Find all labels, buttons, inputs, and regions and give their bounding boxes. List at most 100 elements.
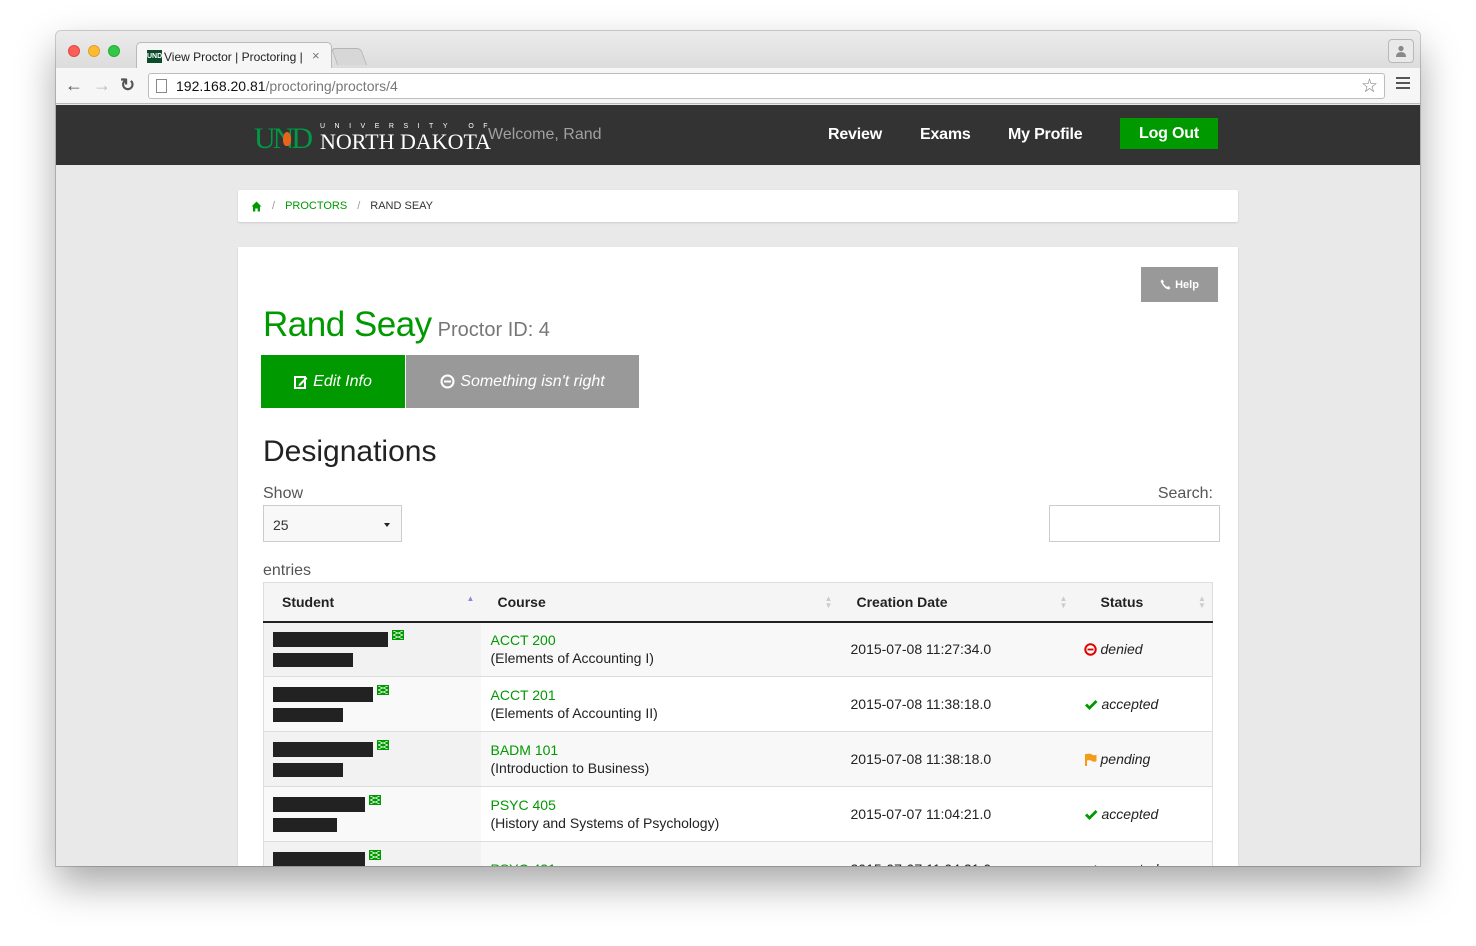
breadcrumb-separator: / [357,200,361,212]
table-row: ACCT 201 (Elements of Accounting II) 201… [263,676,1213,732]
minus-circle-icon [1083,643,1097,656]
edit-icon [294,375,308,389]
table-body: ACCT 200 (Elements of Accounting I) 2015… [263,621,1213,866]
browser-toolbar: ← → ↻ 192.168.20.81/proctoring/proctors/… [56,68,1420,104]
sort-both-icon: ▲ ▼ [1059,594,1068,610]
logo-mark: UND [254,122,313,155]
help-label: Help [1175,278,1199,291]
status-cell: accepted [1073,676,1213,732]
address-bar[interactable]: 192.168.20.81/proctoring/proctors/4 ☆ [148,73,1385,99]
email-icon[interactable] [377,739,389,750]
status-label: pending [1100,751,1151,767]
breadcrumb: / PROCTORS / RAND SEAY [238,190,1238,222]
student-cell [263,786,481,842]
new-tab-button[interactable] [330,48,368,65]
minimize-window-button[interactable] [88,45,100,57]
phone-icon [1160,279,1171,290]
designations-heading: Designations [263,435,437,468]
tab-title: View Proctor | Proctoring | UND [164,50,304,64]
proctor-card: Help Rand Seay Proctor ID: 4 Edit Info So… [238,247,1238,866]
favicon-icon: UND [147,50,162,63]
course-link[interactable]: PSYC 421 [491,861,556,866]
creation-date-cell: 2015-07-08 11:27:34.0 [838,621,1074,677]
nav-exams-link[interactable]: Exams [920,126,971,144]
redacted-student-name [273,631,388,647]
browser-window: UND View Proctor | Proctoring | UND × ← … [56,31,1420,866]
check-icon [1084,810,1097,820]
course-link[interactable]: BADM 101 [491,742,559,758]
check-icon [1084,700,1097,710]
redacted-student-name [273,741,373,757]
home-icon[interactable] [251,201,262,212]
proctor-id: Proctor ID: 4 [437,319,550,341]
redacted-student-id [273,652,353,667]
edit-info-button[interactable]: Edit Info [261,355,405,408]
column-header-student[interactable]: Student ▲ [263,582,481,623]
student-cell [263,841,481,866]
table-row: BADM 101 (Introduction to Business) 2015… [263,731,1213,787]
entries-label: entries [263,562,312,579]
something-isnt-right-button[interactable]: Something isn't right [406,355,639,408]
course-link[interactable]: PSYC 405 [491,797,556,813]
status-label: accepted [1102,861,1159,866]
status-cell: accepted [1073,786,1213,842]
help-button[interactable]: Help [1141,267,1218,302]
zoom-window-button[interactable] [108,45,120,57]
email-icon[interactable] [392,629,404,640]
column-header-course[interactable]: Course ▲ ▼ [480,582,839,623]
nav-my-profile-link[interactable]: My Profile [1008,126,1083,144]
welcome-text: Welcome, Rand [488,126,602,143]
student-cell [263,621,481,677]
sort-asc-icon: ▲ [466,594,475,603]
sort-both-icon: ▲ ▼ [824,594,833,610]
course-name: (Introduction to Business) [490,760,650,776]
course-name: (Elements of Accounting II) [490,705,658,721]
flame-icon [283,132,291,146]
page-size-value: 25 [273,517,289,533]
page-size-select[interactable]: 25 [263,505,402,542]
url-text: 192.168.20.81/proctoring/proctors/4 [176,78,398,94]
email-icon[interactable] [369,794,381,805]
something-isnt-right-label: Something isn't right [460,372,605,390]
search-input[interactable] [1049,505,1220,542]
course-cell: PSYC 405 (History and Systems of Psychol… [480,786,839,842]
column-header-creation-date[interactable]: Creation Date ▲ ▼ [838,582,1074,623]
und-logo[interactable]: UND UNIVERSITY OF NORTH DAKOTA [254,119,497,155]
table-row: PSYC 405 (History and Systems of Psychol… [263,786,1213,842]
person-icon [1396,45,1406,57]
menu-icon[interactable] [1396,77,1410,92]
forward-arrow-icon[interactable]: → [93,75,111,95]
email-icon[interactable] [377,684,389,695]
course-cell: ACCT 201 (Elements of Accounting II) [480,676,839,732]
profile-button[interactable] [1388,39,1414,63]
reload-icon[interactable]: ↻ [120,75,135,95]
page-content: UND UNIVERSITY OF NORTH DAKOTA Welcome, … [56,105,1420,866]
creation-date-cell: 2015-07-07 11:04:21.0 [838,786,1074,842]
student-cell [263,731,481,787]
logout-button[interactable]: Log Out [1120,118,1218,149]
title-bar: UND View Proctor | Proctoring | UND × [56,31,1420,69]
breadcrumb-proctors-link[interactable]: PROCTORS [285,200,347,212]
nav-review-link[interactable]: Review [828,126,882,144]
column-header-status[interactable]: Status ▲ ▼ [1073,582,1213,623]
browser-tab[interactable]: UND View Proctor | Proctoring | UND × [136,42,332,69]
site-navbar: UND UNIVERSITY OF NORTH DAKOTA Welcome, … [56,105,1420,165]
course-name: (Elements of Accounting I) [490,650,654,667]
status-cell: pending [1073,731,1213,787]
course-link[interactable]: ACCT 201 [491,687,556,703]
course-link[interactable]: ACCT 200 [491,632,556,648]
caret-down-icon [384,523,390,527]
page-icon [156,79,167,93]
email-icon[interactable] [369,849,381,860]
bookmark-star-icon[interactable]: ☆ [1361,75,1378,98]
edit-info-label: Edit Info [313,372,372,390]
flag-icon [1084,753,1096,766]
close-window-button[interactable] [68,45,80,57]
table-row: PSYC 421 2015-07-07 11:04:21.0 accepted [263,841,1213,866]
minus-circle-icon [440,374,455,389]
tab-close-icon[interactable]: × [312,48,320,63]
back-arrow-icon[interactable]: ← [65,75,83,95]
proctor-name: Rand Seay Proctor ID: 4 [263,305,550,344]
student-cell [263,676,481,732]
status-cell: accepted [1073,841,1213,866]
